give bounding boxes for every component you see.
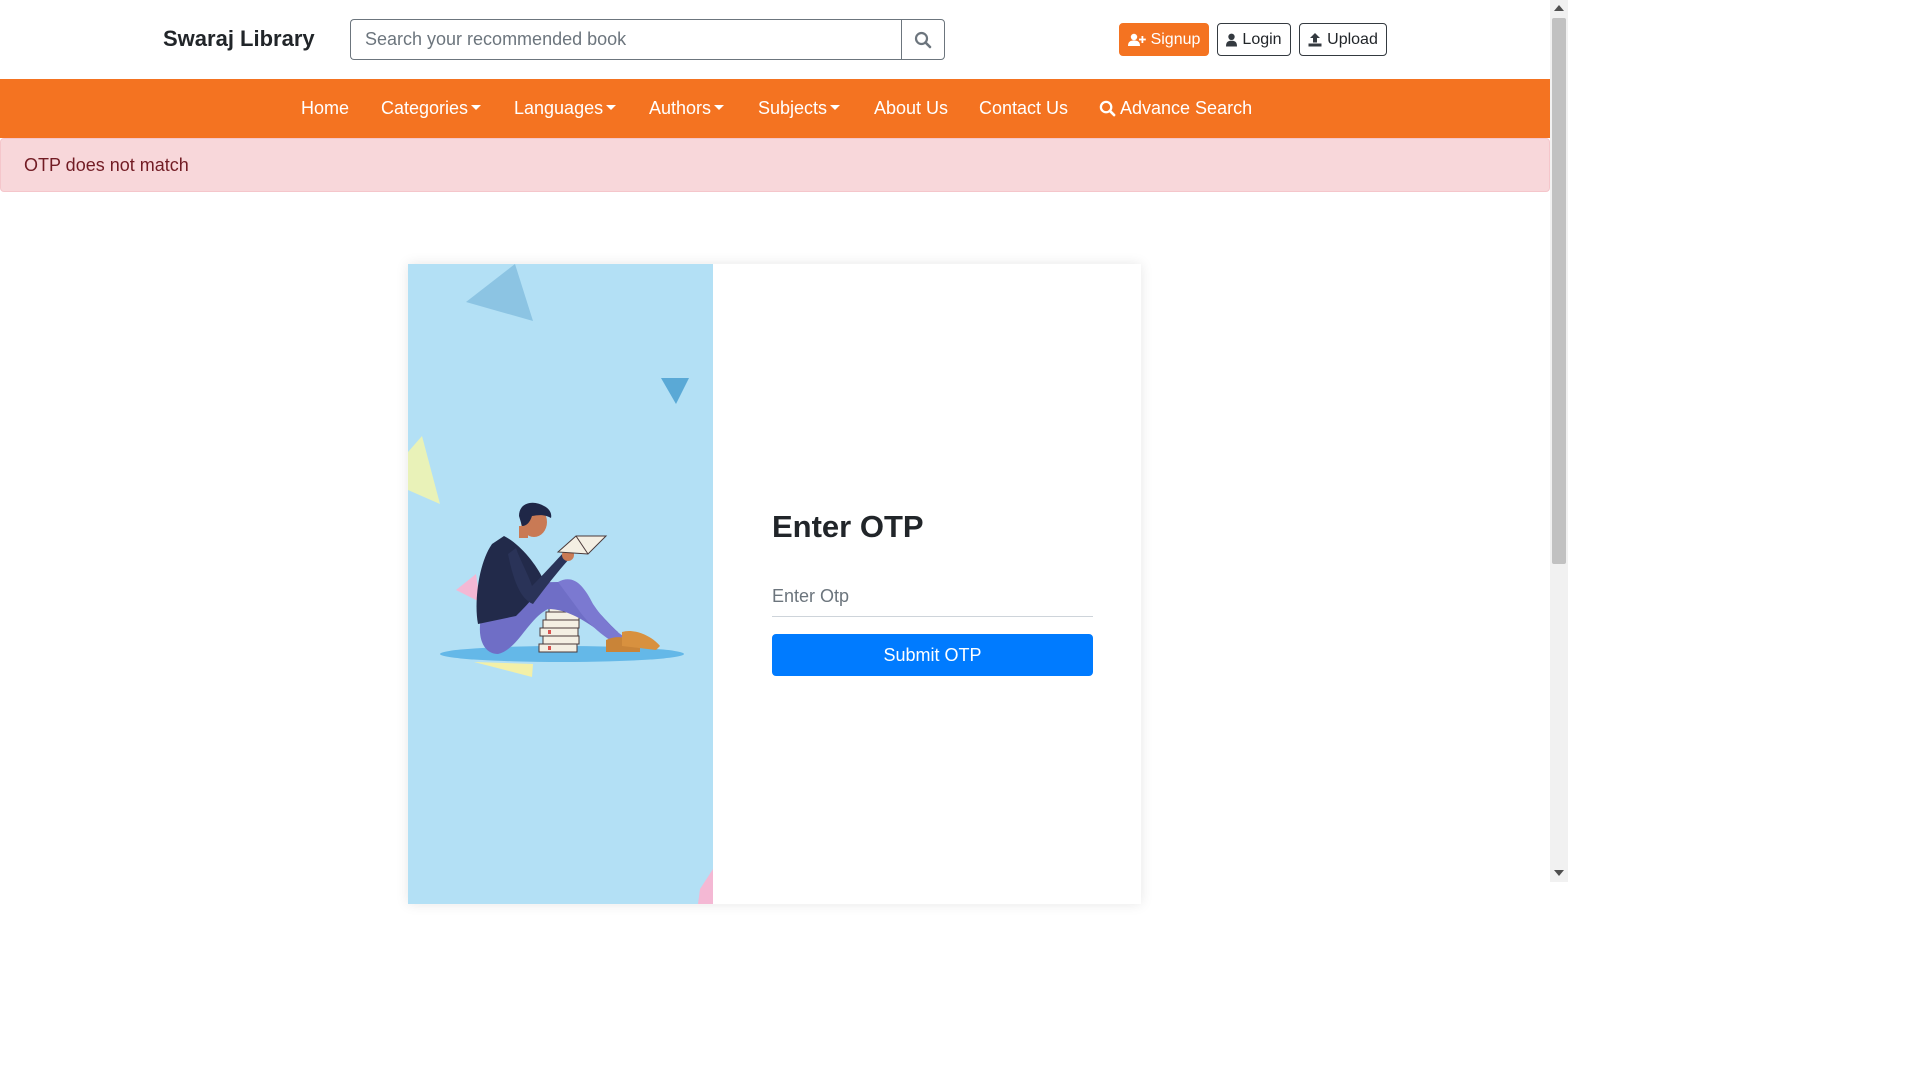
otp-card: Enter OTP Submit OTP: [408, 264, 1141, 904]
brand-logo[interactable]: Swaraj Library: [163, 26, 315, 52]
error-alert: OTP does not match: [0, 138, 1550, 192]
nav-categories-dropdown[interactable]: Categories: [381, 79, 482, 138]
alert-message: OTP does not match: [24, 154, 189, 175]
nav-categories-label: Categories: [381, 98, 469, 118]
search-icon: [914, 31, 932, 48]
nav-subjects-label: Subjects: [758, 98, 828, 118]
nav-contact[interactable]: Contact Us: [979, 79, 1068, 138]
upload-label: Upload: [1327, 30, 1378, 48]
search-bar: [350, 19, 945, 60]
reading-illustration: [408, 264, 713, 904]
caret-down-icon: [830, 104, 841, 110]
nav-authors-dropdown[interactable]: Authors: [649, 79, 725, 138]
upload-button[interactable]: Upload: [1299, 23, 1387, 56]
login-button[interactable]: Login: [1217, 23, 1291, 56]
person-reading-illustration: [408, 264, 713, 904]
search-button[interactable]: [901, 19, 945, 60]
caret-down-icon: [471, 104, 482, 110]
page-scrollbar[interactable]: [1550, 0, 1568, 882]
upload-icon: [1308, 32, 1322, 46]
nav-contact-label: Contact Us: [979, 98, 1069, 118]
nav-subjects-dropdown[interactable]: Subjects: [758, 79, 841, 138]
caret-down-icon: [606, 104, 617, 110]
search-input[interactable]: [350, 19, 901, 60]
nav-about-label: About Us: [874, 98, 949, 118]
submit-otp-button[interactable]: Submit OTP: [772, 634, 1093, 676]
signup-label: Signup: [1150, 30, 1201, 48]
signup-button[interactable]: Signup: [1119, 23, 1209, 56]
scrollbar-thumb[interactable]: [1552, 18, 1566, 564]
nav-advance-search-label: Advance Search: [1120, 98, 1253, 118]
top-header: Swaraj Library Signup Login Up: [0, 0, 1550, 79]
otp-form: Enter OTP Submit OTP: [713, 264, 1141, 904]
login-label: Login: [1242, 30, 1282, 48]
nav-authors-label: Authors: [649, 98, 712, 118]
caret-down-icon: [714, 104, 725, 110]
nav-about[interactable]: About Us: [874, 79, 948, 138]
scroll-up-arrow-icon[interactable]: [1554, 5, 1564, 11]
scroll-down-arrow-icon[interactable]: [1554, 870, 1564, 876]
nav-languages-dropdown[interactable]: Languages: [514, 79, 617, 138]
nav-home[interactable]: Home: [301, 79, 349, 138]
nav-languages-label: Languages: [514, 98, 604, 118]
search-icon: [1099, 100, 1116, 117]
otp-title: Enter OTP: [772, 509, 924, 544]
nav-advance-search[interactable]: Advance Search: [1099, 79, 1252, 138]
otp-input[interactable]: [772, 577, 1093, 617]
user-plus-icon: [1127, 33, 1146, 46]
main-navbar: Home Categories Languages Authors Subjec…: [0, 79, 1550, 138]
user-icon: [1226, 33, 1238, 46]
nav-home-label: Home: [301, 98, 350, 118]
